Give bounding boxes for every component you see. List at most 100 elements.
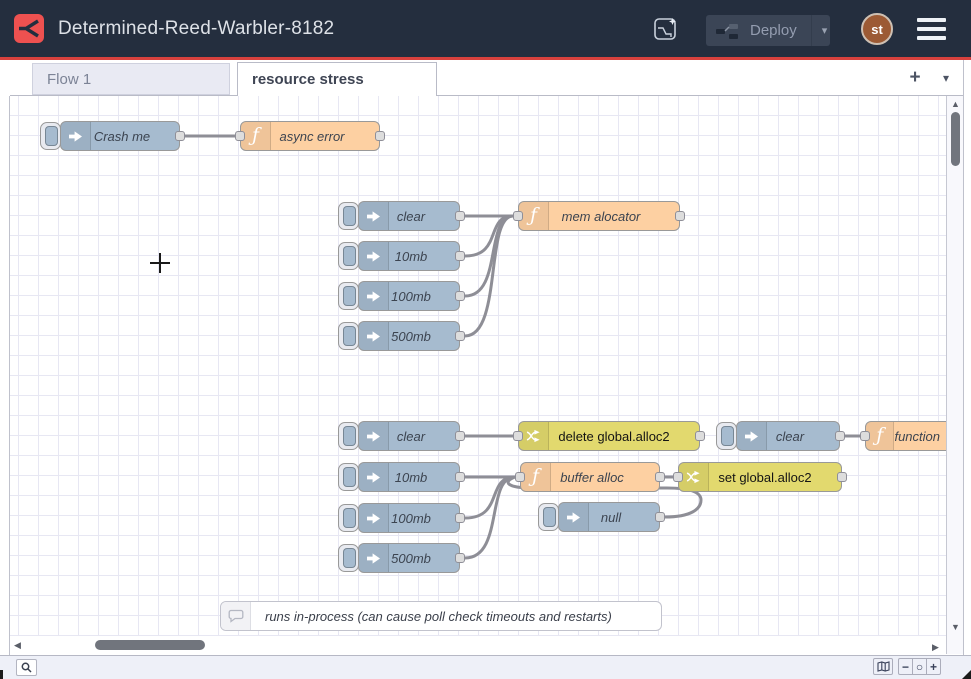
vertical-scroll-thumb[interactable] [951,112,960,166]
zoom-in-button[interactable]: + [926,658,941,675]
inject-trigger-button[interactable] [338,422,359,450]
output-port[interactable] [675,211,685,221]
node-label: clear [767,422,839,450]
node-crash-me[interactable]: Crash me [60,121,180,151]
inject-trigger-button[interactable] [338,504,359,532]
wire-mb10-a-to-mem-alocator[interactable] [465,216,513,256]
node-async-error[interactable]: ƒasync error [240,121,380,151]
inject-arrow-icon [359,422,389,450]
output-port[interactable] [375,131,385,141]
comment-bubble-icon [221,602,251,630]
inject-trigger-button[interactable] [716,422,737,450]
inject-trigger-button[interactable] [338,463,359,491]
inject-trigger-button[interactable] [538,503,559,531]
flow-canvas[interactable]: Crash meƒasync errorclear10mb100mb500mbƒ… [10,96,963,654]
user-avatar[interactable]: st [861,13,893,45]
input-port[interactable] [673,472,683,482]
inject-trigger-button[interactable] [338,544,359,572]
inject-arrow-icon [359,242,389,270]
output-port[interactable] [655,472,665,482]
inject-trigger-button[interactable] [338,202,359,230]
node-clear-b[interactable]: clear [358,421,460,451]
inject-arrow-icon [737,422,767,450]
ai-assistant-icon[interactable] [651,14,681,44]
node-label: set global.alloc2 [709,463,841,491]
deploy-caret-icon[interactable]: ▾ [811,15,836,46]
function-icon: ƒ [521,463,551,491]
output-port[interactable] [837,472,847,482]
flow-list-button[interactable]: ▾ [934,66,958,90]
vertical-scrollbar[interactable]: ▲ ▼ [946,96,963,654]
node-comment[interactable]: runs in-process (can cause poll check ti… [220,601,662,631]
change-shuffle-icon [519,422,549,450]
output-port[interactable] [455,513,465,523]
horizontal-scroll-thumb[interactable] [95,640,205,650]
node-label: async error [271,122,379,150]
scroll-left-icon[interactable]: ◀ [14,641,21,650]
node-set-global[interactable]: set global.alloc2 [678,462,842,492]
node-label: clear [389,202,459,230]
output-port[interactable] [455,472,465,482]
input-port[interactable] [235,131,245,141]
change-shuffle-icon [679,463,709,491]
horizontal-scrollbar[interactable]: ◀ ▶ [10,636,946,654]
left-edge-strip [0,60,10,655]
output-port[interactable] [455,553,465,563]
inject-arrow-icon [359,282,389,310]
output-port[interactable] [175,131,185,141]
inject-arrow-icon [359,504,389,532]
output-port[interactable] [455,431,465,441]
node-mb10-b[interactable]: 10mb [358,462,460,492]
output-port[interactable] [655,512,665,522]
input-port[interactable] [513,211,523,221]
output-port[interactable] [455,251,465,261]
input-port[interactable] [860,431,870,441]
search-button[interactable] [16,659,37,676]
scroll-down-icon[interactable]: ▼ [951,623,960,632]
tab-flow-1[interactable]: Flow 1 [32,63,230,95]
output-port[interactable] [695,431,705,441]
tab-resource-stress[interactable]: resource stress [237,62,437,96]
node-mb500-a[interactable]: 500mb [358,321,460,351]
zoom-reset-button[interactable]: ○ [912,658,927,675]
output-port[interactable] [455,291,465,301]
flow-tabbar: Flow 1 resource stress + ▾ [0,60,971,96]
header: Determined-Reed-Warbler-8182 Deploy ▾ st [0,0,971,57]
deploy-button[interactable]: Deploy ▾ [706,15,830,46]
node-mb500-b[interactable]: 500mb [358,543,460,573]
node-clear-c[interactable]: clear [736,421,840,451]
inject-arrow-icon [359,202,389,230]
flowfuse-logo-icon[interactable] [14,14,44,43]
output-port[interactable] [455,211,465,221]
output-port[interactable] [455,331,465,341]
node-delete-global[interactable]: delete global.alloc2 [518,421,700,451]
node-buffer-alloc[interactable]: ƒbuffer alloc [520,462,660,492]
node-label: delete global.alloc2 [549,422,699,450]
resize-grip[interactable] [962,670,971,679]
node-label: clear [389,422,459,450]
scroll-right-icon[interactable]: ▶ [932,643,939,652]
node-mb100-b[interactable]: 100mb [358,503,460,533]
node-mb10-a[interactable]: 10mb [358,241,460,271]
function-icon: ƒ [866,422,894,450]
node-mem-alocator[interactable]: ƒmem alocator [518,201,680,231]
menu-icon[interactable] [917,18,946,40]
add-flow-button[interactable]: + [903,66,927,90]
zoom-out-button[interactable]: − [898,658,913,675]
inject-trigger-button[interactable] [338,322,359,350]
node-mb100-a[interactable]: 100mb [358,281,460,311]
inject-trigger-button[interactable] [338,282,359,310]
node-null-inject[interactable]: null [558,502,660,532]
scroll-up-icon[interactable]: ▲ [951,100,960,109]
node-clear-a[interactable]: clear [358,201,460,231]
inject-arrow-icon [359,463,389,491]
inject-trigger-button[interactable] [40,122,61,150]
navigator-toggle-button[interactable] [873,658,893,675]
output-port[interactable] [835,431,845,441]
node-label: 10mb [389,242,459,270]
node-label: 100mb [389,282,459,310]
inject-trigger-button[interactable] [338,242,359,270]
node-label: buffer alloc [551,463,659,491]
input-port[interactable] [513,431,523,441]
input-port[interactable] [515,472,525,482]
